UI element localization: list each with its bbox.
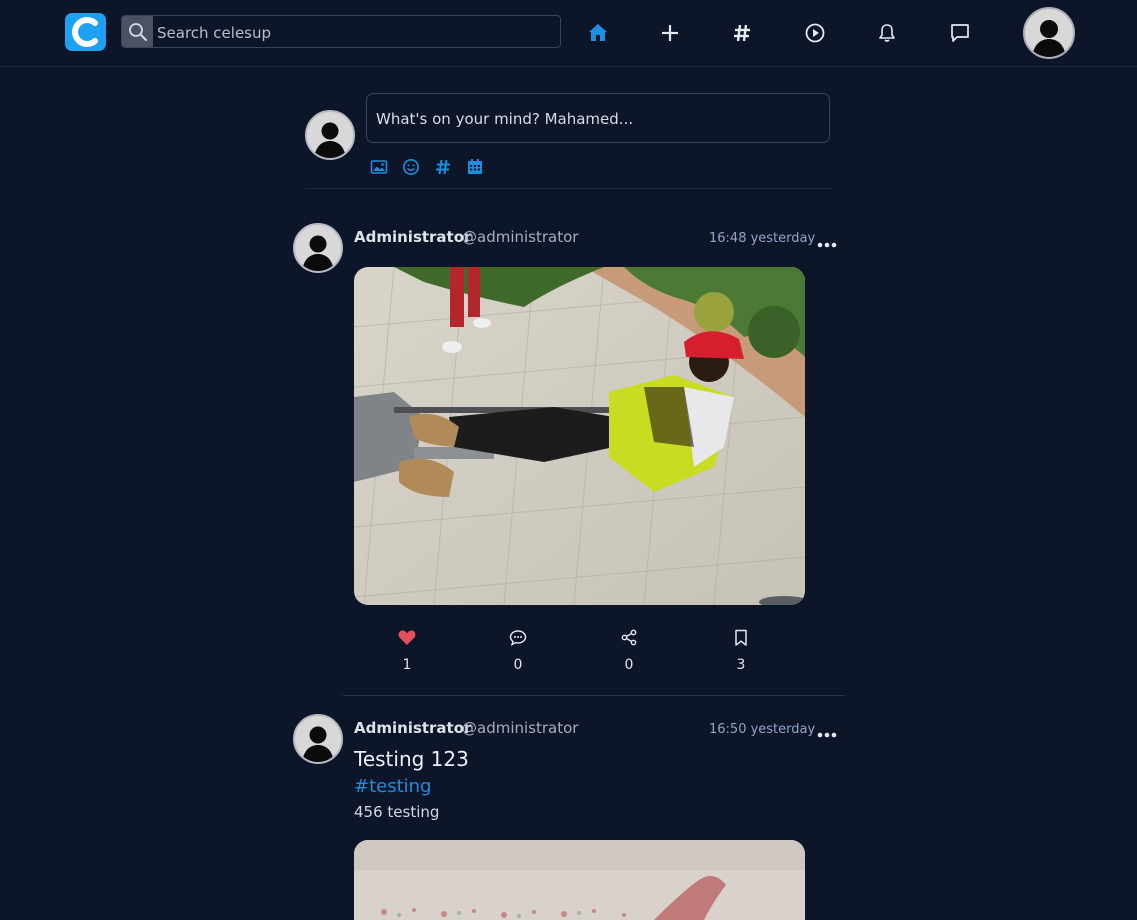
post-media-image[interactable] <box>354 840 805 920</box>
post-author[interactable]: Administrator <box>354 719 471 737</box>
search-input[interactable] <box>155 18 554 47</box>
chat-icon[interactable] <box>948 21 972 45</box>
profile-avatar[interactable] <box>1023 7 1075 59</box>
post-title: Testing 123 <box>354 747 469 771</box>
share-icon <box>621 629 637 646</box>
hashtag-icon[interactable] <box>730 21 754 45</box>
heart-icon <box>398 630 416 645</box>
celesup-logo[interactable]: S <box>65 13 106 51</box>
share-count: 0 <box>624 657 634 673</box>
post-avatar[interactable] <box>293 714 343 764</box>
more-options-icon[interactable] <box>817 234 837 248</box>
post-time: 16:50 yesterday <box>709 722 816 737</box>
bookmark-count: 3 <box>736 657 746 673</box>
post-body: 456 testing <box>354 803 440 821</box>
post-hashtag-link[interactable]: #testing <box>354 776 431 797</box>
comment-icon <box>509 630 527 646</box>
post-handle[interactable]: @administrator <box>462 719 578 737</box>
top-navigation-bar: S <box>0 0 1137 67</box>
play-circle-icon[interactable] <box>803 21 827 45</box>
bookmark-icon <box>735 629 747 646</box>
like-count: 1 <box>402 657 412 673</box>
share-button[interactable]: 0 <box>599 629 659 673</box>
bookmark-button[interactable]: 3 <box>711 629 771 673</box>
post-media-image[interactable] <box>354 267 805 605</box>
plus-icon[interactable] <box>658 21 682 45</box>
composer-avatar <box>305 110 355 160</box>
image-icon[interactable] <box>370 158 388 176</box>
like-button[interactable]: 1 <box>377 629 437 673</box>
composer-divider <box>305 188 832 189</box>
more-options-icon[interactable] <box>817 724 837 738</box>
logo-letter: S <box>81 27 90 41</box>
search-icon[interactable] <box>122 16 153 47</box>
emoji-icon[interactable] <box>402 158 420 176</box>
calendar-icon[interactable] <box>466 158 484 176</box>
post-author[interactable]: Administrator <box>354 228 471 246</box>
post-divider <box>343 695 845 696</box>
hashtag-tool-icon[interactable] <box>434 158 452 176</box>
composer-input[interactable]: What's on your mind? Mahamed... <box>366 93 830 143</box>
post-avatar[interactable] <box>293 223 343 273</box>
search-bar[interactable] <box>121 15 561 48</box>
post-time: 16:48 yesterday <box>709 231 816 246</box>
home-icon[interactable] <box>586 21 610 45</box>
comment-button[interactable]: 0 <box>488 629 548 673</box>
post-handle[interactable]: @administrator <box>462 228 578 246</box>
comment-count: 0 <box>513 657 523 673</box>
bell-icon[interactable] <box>875 21 899 45</box>
